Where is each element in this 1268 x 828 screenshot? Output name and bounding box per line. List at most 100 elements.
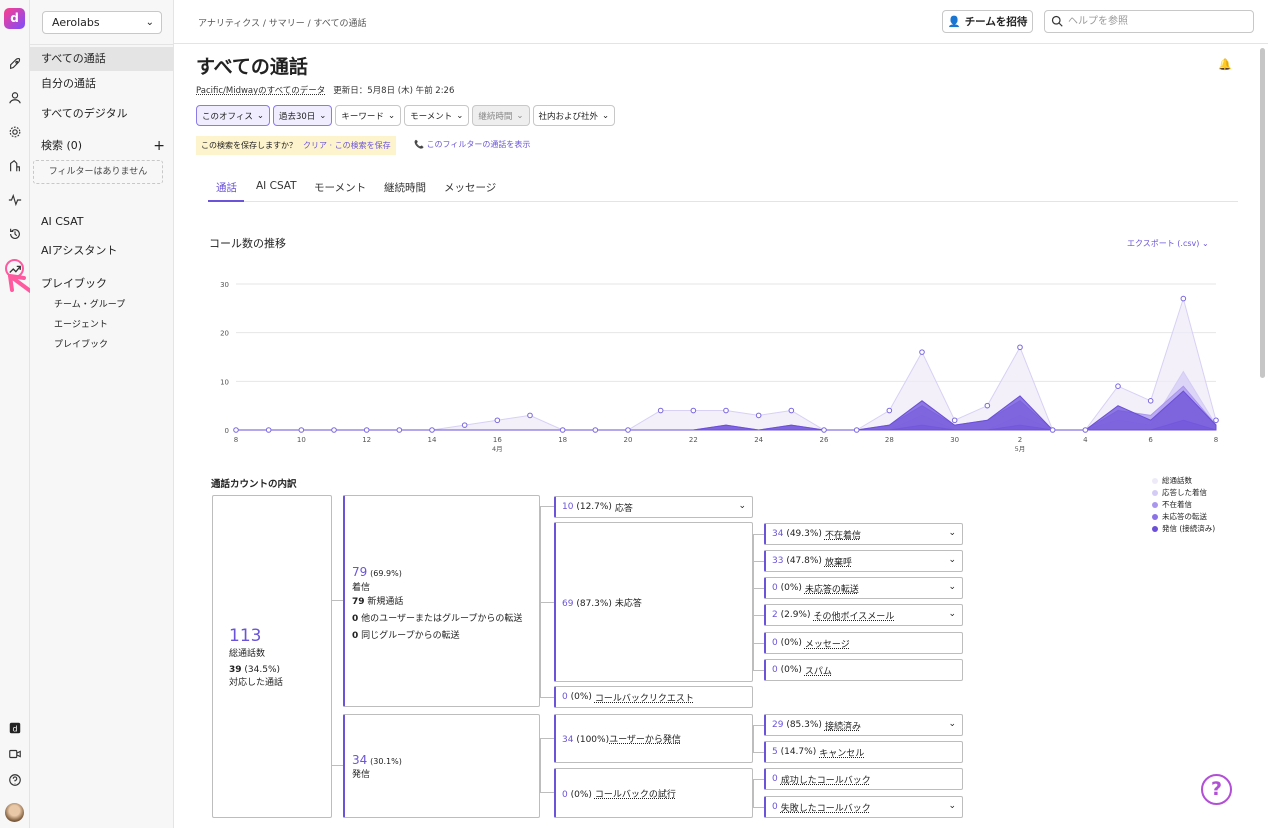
tab-moment[interactable]: モーメント — [314, 180, 366, 195]
chevron-down-icon: ⌄ — [145, 17, 154, 28]
tab-messages[interactable]: メッセージ — [444, 180, 496, 195]
sidebar-item-all-calls[interactable]: すべての通話 — [30, 47, 174, 71]
callback-item-num: 0 — [772, 774, 778, 784]
data-point — [1082, 427, 1089, 433]
data-point — [755, 412, 762, 419]
unanswered-item-label: その他ボイスメール — [813, 611, 895, 622]
org-name: Aerolabs — [52, 16, 100, 29]
dialpad-icon[interactable]: d — [6, 719, 23, 736]
sidebar-item-playbook[interactable]: プレイブック — [30, 272, 174, 296]
activity-icon[interactable] — [6, 191, 23, 208]
sidebar-item-ai-csat[interactable]: AI CSAT — [30, 210, 174, 234]
export-label: エクスポート (.csv) — [1127, 239, 1200, 248]
user-icon[interactable] — [6, 89, 23, 106]
data-point — [1017, 344, 1023, 351]
data-point — [494, 417, 501, 424]
sidebar-item-playbook-sub[interactable]: プレイブック — [30, 337, 174, 353]
callback-item-row[interactable]: 0 失敗したコールバック ⌄ — [764, 796, 963, 818]
invite-team-button[interactable]: 👤 チームを招待 — [942, 10, 1033, 33]
tab-calls[interactable]: 通話 — [216, 180, 237, 195]
callback-attempt-box[interactable]: 0 (0%) コールバックの試行 — [554, 768, 753, 818]
svg-text:d: d — [12, 724, 17, 733]
app-logo[interactable]: d — [4, 8, 25, 29]
org-selector[interactable]: Aerolabs ⌄ — [42, 11, 162, 34]
filter-keyword[interactable]: キーワード ⌄ — [335, 105, 402, 126]
outgoing-box[interactable]: 34 (30.1%) 発信 — [343, 714, 540, 818]
unanswered-item-row[interactable]: 2 (2.9%) その他ボイスメール ⌄ — [764, 604, 963, 626]
unanswered-label: 未応答 — [614, 599, 642, 609]
callback-request-row[interactable]: 0 (0%) コールバックリクエスト — [554, 686, 753, 708]
sidebar-item-all-digital[interactable]: すべてのデジタル — [30, 102, 174, 126]
legend-item: 総通話数 — [1152, 475, 1215, 487]
outgoing-item-num: 29 — [772, 720, 784, 730]
incoming-box[interactable]: 79 (69.9%) 着信 79 新規通話 0 他のユーザーまたはグループからの… — [343, 495, 540, 707]
total-calls-box[interactable]: 113 総通話数 39 (34.5%) 対応した通話 — [212, 495, 332, 818]
filter-internal-external[interactable]: 社内および社外 ⌄ — [532, 105, 616, 126]
show-calls-label: このフィルターの通話を表示 — [426, 140, 531, 149]
sidebar-item-team-group[interactable]: チーム・グループ — [30, 297, 174, 313]
x-tick-label: 30 — [950, 436, 959, 444]
handled-label: 対応した通話 — [229, 678, 284, 688]
help-circle-icon[interactable] — [6, 771, 23, 788]
tab-ai-csat[interactable]: AI CSAT — [256, 180, 297, 192]
filter-duration[interactable]: 継続時間 ⌄ — [472, 105, 530, 126]
x-tick-label: 14 — [428, 436, 437, 444]
help-button[interactable]: ? — [1201, 774, 1232, 805]
filter-date-range[interactable]: 過去30日 ⌄ — [272, 105, 333, 126]
sidebar-item-ai-assistant[interactable]: AIアシスタント — [30, 239, 174, 263]
incoming-label: 着信 — [352, 583, 371, 593]
gear-icon[interactable] — [6, 123, 23, 140]
data-point — [429, 427, 435, 433]
unanswered-item-label: 不在着信 — [824, 530, 861, 541]
unanswered-item-row[interactable]: 33 (47.8%) 放棄呼 ⌄ — [764, 550, 963, 572]
route-icon[interactable] — [6, 157, 23, 174]
connector — [540, 738, 554, 792]
unanswered-box[interactable]: 69 (87.3%) 未応答 — [554, 522, 753, 682]
sidebar-item-my-calls[interactable]: 自分の通話 — [30, 72, 174, 96]
outgoing-item-label: キャンセル — [819, 748, 865, 759]
chevron-down-icon: ⌄ — [738, 501, 746, 511]
legend-label: 応答した着信 — [1162, 488, 1207, 497]
video-icon[interactable] — [6, 745, 23, 762]
save-actions-link[interactable]: クリア · この検索を保存 — [303, 140, 391, 151]
filter-office[interactable]: このオフィス ⌄ — [196, 105, 270, 126]
chevron-down-icon: ⌄ — [948, 555, 956, 565]
y-tick-label: 30 — [220, 281, 229, 289]
breadcrumb[interactable]: アナリティクス / サマリー / すべての通話 — [198, 16, 367, 29]
filter-moment[interactable]: モーメント ⌄ — [404, 105, 470, 126]
save-search-banner: この検索を保存しますか？ クリア · この検索を保存 — [196, 136, 396, 155]
sidebar-item-agent[interactable]: エージェント — [30, 317, 174, 333]
sidebar-item-search[interactable]: 検索 (0) + — [30, 134, 174, 158]
user-outgoing-box[interactable]: 34 (100%)ユーザーから発信 — [554, 714, 753, 763]
filter-label: 社内および社外 — [538, 111, 599, 122]
legend-item: 応答した着信 — [1152, 487, 1215, 499]
rocket-icon[interactable] — [6, 55, 23, 72]
connector — [753, 561, 764, 562]
outgoing-item-row[interactable]: 29 (85.3%) 接続済み ⌄ — [764, 714, 963, 736]
data-point — [298, 427, 305, 433]
scrollbar[interactable] — [1260, 48, 1265, 378]
bell-icon[interactable]: 🔔 — [1218, 58, 1232, 71]
x-tick-label: 6 — [1148, 436, 1153, 444]
outgoing-item-row[interactable]: 5 (14.7%) キャンセル — [764, 741, 963, 763]
answered-row[interactable]: 10 (12.7%) 応答 ⌄ — [554, 496, 753, 518]
data-scope-link[interactable]: Pacific/Midwayのすべてのデータ — [196, 86, 325, 96]
data-point — [1180, 295, 1187, 302]
plus-icon[interactable]: + — [153, 134, 165, 158]
main-content: すべての通話 🔔 Pacific/Midwayのすべてのデータ 更新日：5月8日 … — [174, 44, 1268, 828]
save-prompt: この検索を保存しますか？ — [201, 141, 297, 150]
export-csv-button[interactable]: エクスポート (.csv) ⌄ — [1127, 238, 1209, 249]
unanswered-item-row[interactable]: 0 (0%) スパム — [764, 659, 963, 681]
unanswered-item-row[interactable]: 0 (0%) 未応答の転送 ⌄ — [764, 577, 963, 599]
tab-duration[interactable]: 継続時間 — [384, 180, 426, 195]
avatar[interactable] — [5, 803, 24, 822]
help-search-input[interactable]: ヘルプを参照 — [1044, 10, 1254, 33]
show-calls-link[interactable]: 📞 このフィルターの通話を表示 — [414, 139, 530, 150]
unanswered-item-row[interactable]: 34 (49.3%) 不在着信 ⌄ — [764, 523, 963, 545]
chevron-down-icon: ⌄ — [948, 719, 956, 729]
page-title: すべての通話 — [196, 56, 308, 78]
unanswered-item-row[interactable]: 0 (0%) メッセージ — [764, 632, 963, 654]
callback-item-row[interactable]: 0 成功したコールバック — [764, 768, 963, 790]
outgoing-pct: (30.1%) — [370, 757, 402, 766]
history-icon[interactable] — [6, 225, 23, 242]
